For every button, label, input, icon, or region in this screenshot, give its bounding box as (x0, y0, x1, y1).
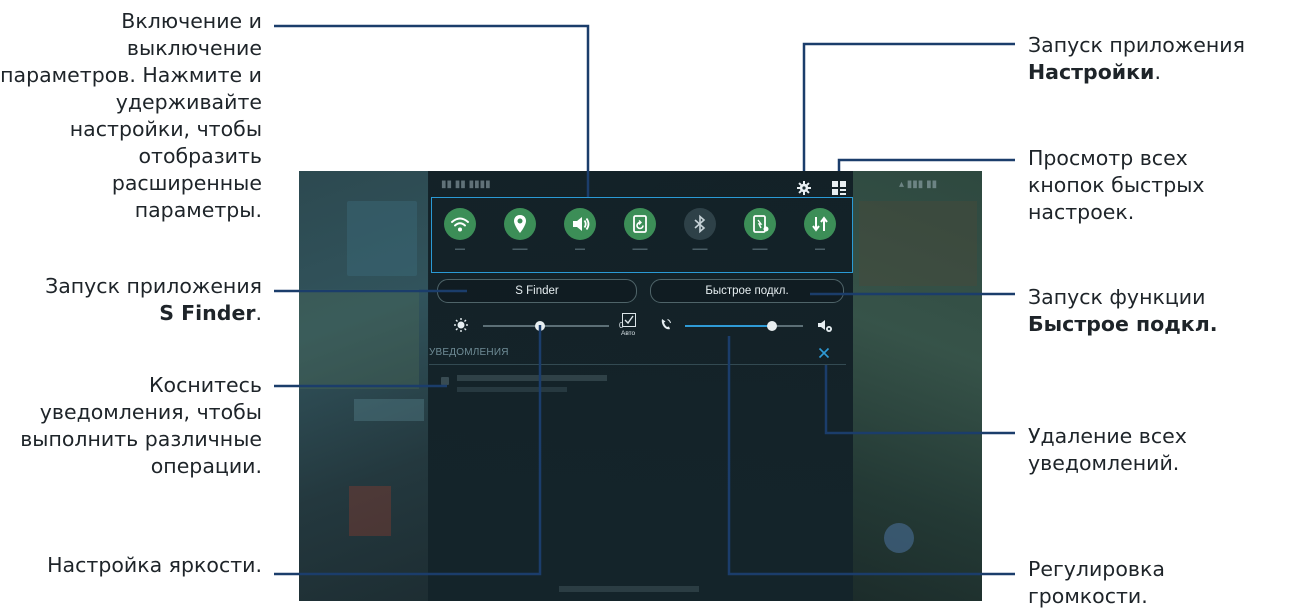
leader-settings (802, 42, 1015, 171)
leader-volume (727, 336, 1015, 576)
leader-all-quick (837, 158, 1015, 171)
leader-toggle-settings (274, 24, 590, 197)
leader-brightness (274, 325, 542, 576)
leader-clear-all (824, 365, 1015, 435)
leader-lines (274, 24, 1015, 576)
